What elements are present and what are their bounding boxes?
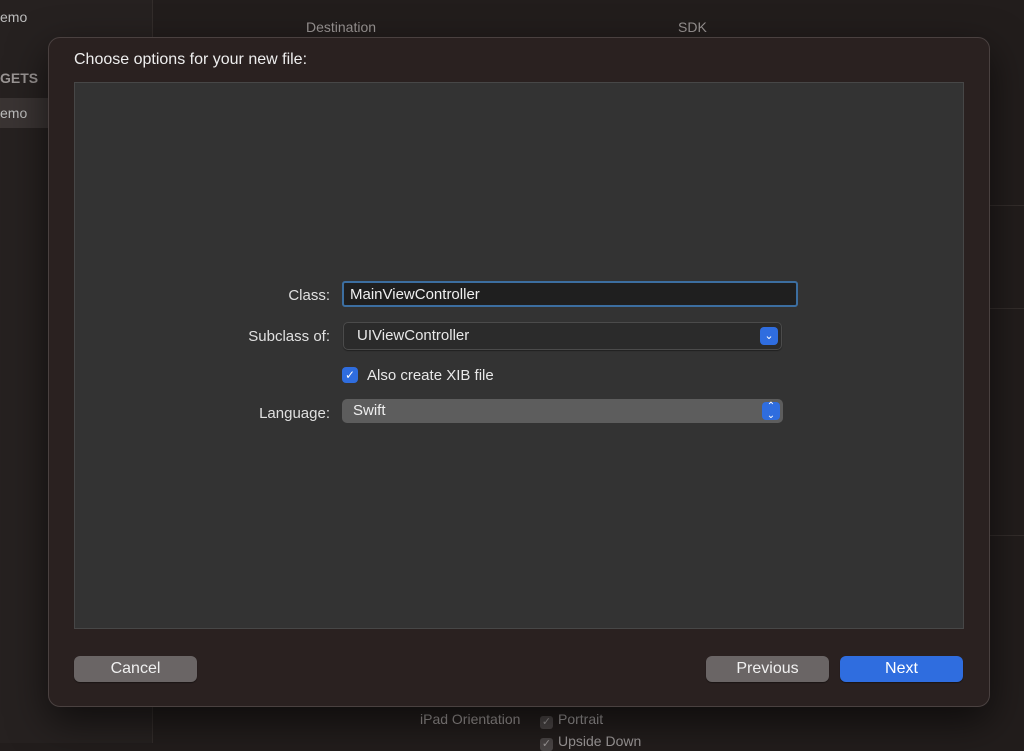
options-panel: Class: Subclass of: UIViewController ⌄ ✓… — [74, 82, 964, 629]
also-create-xib-label: Also create XIB file — [367, 366, 494, 384]
new-file-options-sheet: Choose options for your new file: Class:… — [48, 37, 990, 707]
background-target-item[interactable]: emo — [0, 105, 27, 121]
chevron-down-icon: ⌄ — [760, 327, 778, 345]
background-project-item[interactable]: emo — [0, 9, 27, 25]
background-portrait-label: Portrait — [558, 711, 604, 727]
cancel-button[interactable]: Cancel — [74, 656, 197, 682]
sheet-title: Choose options for your new file: — [74, 51, 308, 68]
subclass-popup[interactable]: UIViewController ⌄ — [343, 322, 782, 350]
class-label: Class: — [288, 287, 330, 304]
background-destination-header: Destination — [306, 19, 377, 35]
background-sdk-header: SDK — [678, 19, 707, 35]
previous-button[interactable]: Previous — [706, 656, 829, 682]
background-upside-down-checkbox[interactable]: ✓ Upside Down — [540, 733, 641, 751]
language-popup[interactable]: Swift ⌃ ⌄ — [342, 399, 783, 423]
background-divider — [988, 205, 1024, 206]
background-divider — [988, 535, 1024, 536]
also-create-xib-checkbox[interactable]: ✓ Also create XIB file — [342, 366, 494, 384]
checkmark-icon: ✓ — [540, 716, 553, 729]
checkmark-icon: ✓ — [342, 367, 358, 383]
subclass-value: UIViewController — [357, 327, 470, 344]
subclass-label: Subclass of: — [248, 328, 330, 345]
background-upside-down-label: Upside Down — [558, 733, 642, 749]
background-portrait-checkbox[interactable]: ✓ Portrait — [540, 711, 603, 729]
next-button[interactable]: Next — [840, 656, 963, 682]
up-down-chevron-icon: ⌃ ⌄ — [762, 402, 780, 421]
background-targets-header: GETS — [0, 70, 39, 86]
language-label: Language: — [259, 405, 330, 422]
class-name-input[interactable] — [342, 281, 798, 307]
background-ipad-orientation-label: iPad Orientation — [420, 711, 521, 727]
background-divider — [988, 308, 1024, 309]
language-value: Swift — [353, 402, 386, 419]
checkmark-icon: ✓ — [540, 738, 553, 751]
